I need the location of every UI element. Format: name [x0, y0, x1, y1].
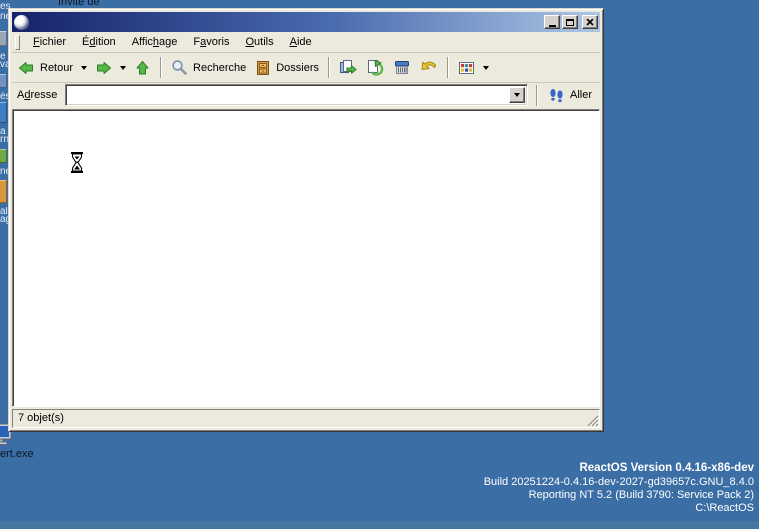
- views-icon: [458, 60, 475, 76]
- back-dropdown-caret[interactable]: [81, 66, 87, 70]
- desktop-icon-sliver[interactable]: [0, 31, 7, 46]
- os-version-info: ReactOS Version 0.4.16-x86-dev Build 202…: [484, 462, 754, 515]
- menu-grip[interactable]: [15, 35, 20, 50]
- desktop: Invite de esneevaésarnnealag ert.exe Rea…: [0, 0, 759, 529]
- address-combobox[interactable]: [65, 84, 528, 106]
- shredder-delete-icon: [393, 59, 411, 76]
- version-line-3: Reporting NT 5.2 (Build 3790: Service Pa…: [484, 489, 754, 502]
- back-button[interactable]: Retour: [14, 55, 77, 81]
- menu-favoris[interactable]: Favoris: [185, 34, 237, 50]
- folders-label: Dossiers: [276, 62, 319, 74]
- desktop-label-fragment-top[interactable]: Invite de: [58, 0, 100, 8]
- menu-outils[interactable]: Outils: [237, 34, 281, 50]
- views-button[interactable]: [454, 55, 479, 81]
- search-icon: [171, 59, 188, 76]
- move-to-button[interactable]: [335, 55, 361, 81]
- desktop-icon-sliver[interactable]: [0, 74, 7, 88]
- hourglass-wait-cursor: [70, 152, 84, 178]
- desktop-icon-sliver[interactable]: [0, 102, 7, 123]
- undo-button[interactable]: [416, 55, 442, 81]
- menu-affichage[interactable]: Affichage: [124, 34, 186, 50]
- maximize-icon: [566, 19, 574, 26]
- toolbar-separator: [328, 57, 330, 78]
- back-label: Retour: [40, 62, 73, 74]
- go-label: Aller: [570, 89, 592, 101]
- menu-aide[interactable]: Aide: [282, 34, 320, 50]
- up-button[interactable]: [130, 55, 155, 81]
- undo-icon: [420, 59, 438, 76]
- move-to-icon: [339, 59, 357, 76]
- maximize-button[interactable]: [562, 15, 578, 29]
- go-button[interactable]: Aller: [546, 85, 598, 105]
- titlebar[interactable]: [12, 12, 600, 32]
- toolbar-separator: [447, 57, 449, 78]
- back-arrow-icon: [18, 60, 35, 76]
- address-input[interactable]: [69, 87, 508, 103]
- window-controls: [544, 15, 598, 29]
- version-line-1: ReactOS Version 0.4.16-x86-dev: [484, 462, 754, 475]
- addressbar-separator: [536, 85, 538, 106]
- version-line-2: Build 20251224-0.4.16-dev-2027-gd39657c.…: [484, 476, 754, 489]
- close-icon: [586, 19, 594, 26]
- delete-button[interactable]: [389, 55, 415, 81]
- toolbar-separator: [160, 57, 162, 78]
- address-bar: Adresse Aller: [12, 83, 600, 109]
- desktop-bottom-strip: [0, 521, 759, 529]
- menu-bar: Fichier Édition Affichage Favoris Outils…: [12, 32, 600, 53]
- address-dropdown-button[interactable]: [509, 87, 525, 103]
- search-button[interactable]: Recherche: [167, 55, 250, 81]
- forward-dropdown-caret[interactable]: [120, 66, 126, 70]
- folder-view[interactable]: [12, 109, 600, 407]
- chevron-down-icon: [514, 93, 520, 97]
- explorer-window: Fichier Édition Affichage Favoris Outils…: [8, 8, 604, 432]
- status-panel: 7 objet(s): [12, 409, 600, 428]
- close-button[interactable]: [582, 15, 598, 29]
- address-label: Adresse: [14, 89, 61, 101]
- reactos-logo-icon: [14, 15, 29, 30]
- menu-fichier[interactable]: Fichier: [25, 34, 74, 50]
- status-text: 7 objet(s): [18, 412, 64, 424]
- views-dropdown-caret[interactable]: [483, 66, 489, 70]
- desktop-icon-sliver[interactable]: [0, 180, 7, 203]
- forward-button[interactable]: [91, 55, 116, 81]
- up-arrow-icon: [134, 60, 151, 76]
- copy-to-button[interactable]: [362, 55, 388, 81]
- status-bar: 7 objet(s): [12, 409, 600, 428]
- minimize-icon: [549, 25, 556, 27]
- resize-grip[interactable]: [586, 414, 599, 427]
- footprints-icon: [548, 87, 565, 103]
- desktop-icon-sliver[interactable]: [0, 149, 7, 163]
- search-label: Recherche: [193, 62, 246, 74]
- toolbar: Retour Recherche: [12, 53, 600, 83]
- version-line-4: C:\ReactOS: [484, 502, 754, 515]
- desktop-icon-label[interactable]: ert.exe: [0, 448, 34, 460]
- minimize-button[interactable]: [544, 15, 560, 29]
- forward-arrow-icon: [95, 60, 112, 76]
- menu-edition[interactable]: Édition: [74, 34, 124, 50]
- copy-to-icon: [366, 59, 384, 76]
- folders-icon: [255, 60, 271, 76]
- folders-button[interactable]: Dossiers: [251, 55, 323, 81]
